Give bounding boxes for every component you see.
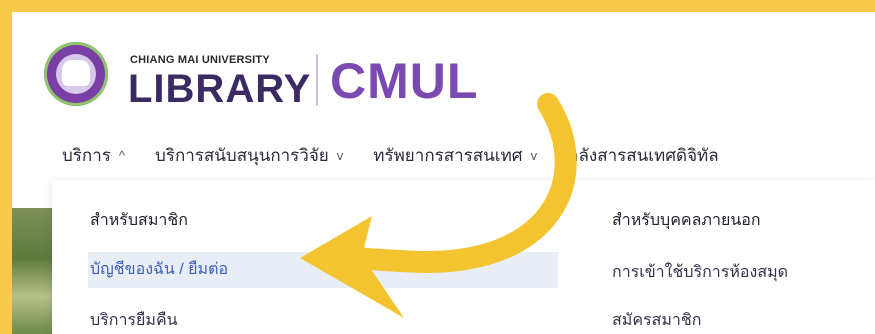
main-nav: บริการ ^ บริการสนับสนุนการวิจัย v ทรัพยา… [62,142,719,169]
website-panel: CHIANG MAI UNIVERSITY LIBRARY CMUL บริกา… [12,12,875,334]
services-dropdown: สำหรับสมาชิก บัญชีของฉัน / ยืมต่อ บริการ… [52,180,875,334]
nav-item-resources[interactable]: ทรัพยากรสารสนเทศ v [373,142,537,169]
chevron-up-icon: ^ [118,148,126,163]
members-heading: สำหรับสมาชิก [90,212,188,229]
register-member-link[interactable]: สมัครสมาชิก [612,308,701,333]
logo-divider [316,54,318,106]
library-access-link[interactable]: การเข้าใช้บริการห้องสมุด [612,260,788,285]
nav-label: ทรัพยากรสารสนเทศ [373,146,523,165]
nav-item-digital[interactable]: คลังสารสนเทศดิจิทัล [567,142,719,169]
nav-label: บริการ [62,146,111,165]
nav-label: บริการสนับสนุนการวิจัย [155,146,329,165]
library-wordmark: LIBRARY [128,67,312,111]
chevron-down-icon: v [336,148,344,163]
my-account-renew-link[interactable]: บัญชีของฉัน / ยืมต่อ [88,252,558,288]
background-photo [12,208,54,334]
external-heading: สำหรับบุคคลภายนอก [612,212,761,229]
nav-item-research[interactable]: บริการสนับสนุนการวิจัย v [155,142,343,169]
chevron-down-icon: v [530,148,538,163]
university-name: CHIANG MAI UNIVERSITY [130,54,270,66]
university-seal-logo [44,42,108,106]
nav-label: คลังสารสนเทศดิจิทัล [567,146,719,165]
brand-wordmark[interactable]: CMUL [330,52,478,110]
borrow-return-link[interactable]: บริการยืมคืน [90,308,178,333]
nav-item-services[interactable]: บริการ ^ [62,142,125,169]
elephant-icon [62,60,90,86]
